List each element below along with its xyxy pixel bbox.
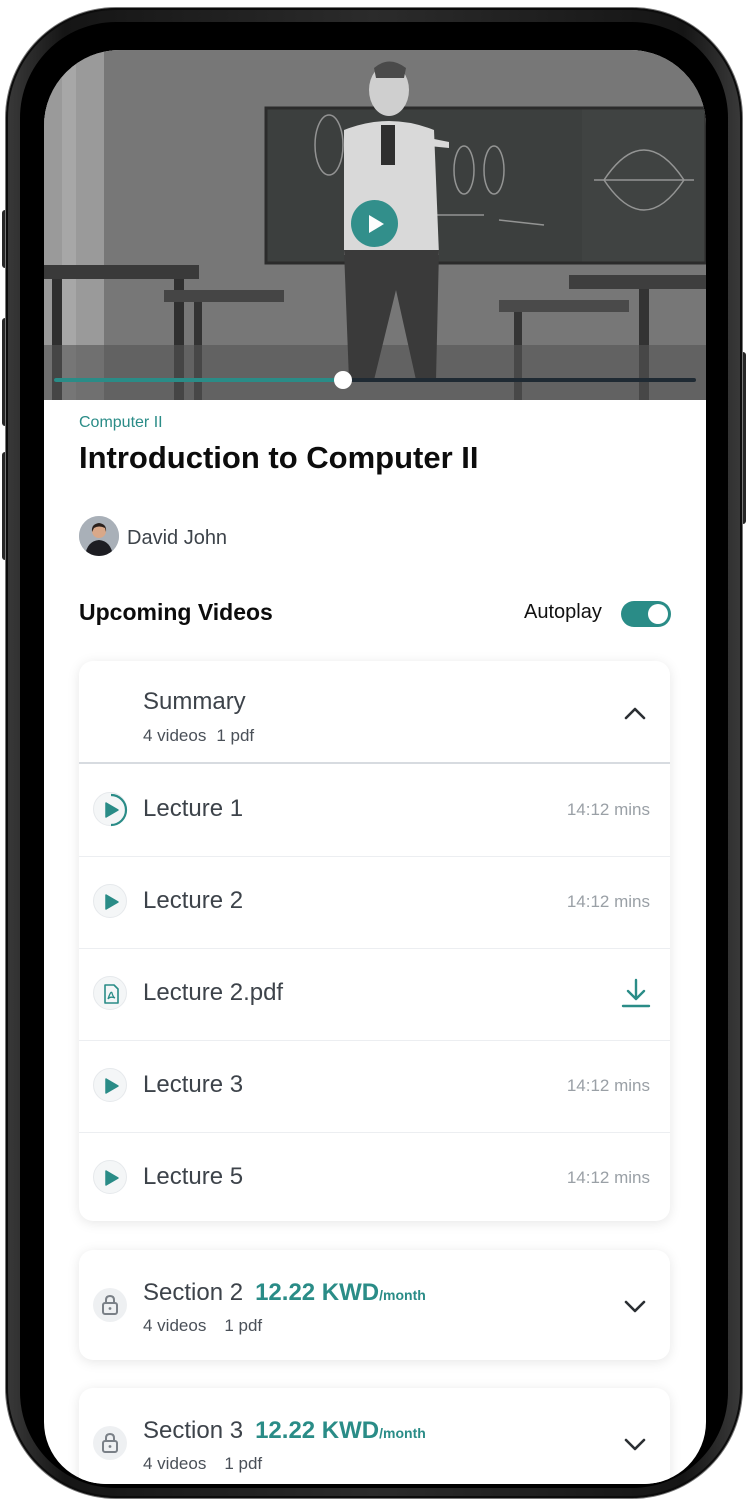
section-name: Section 3 xyxy=(143,1417,244,1444)
download-icon[interactable] xyxy=(620,976,652,1010)
play-icon xyxy=(93,1160,127,1194)
section-title: Section 2 12.22 KWD/month xyxy=(143,1279,426,1307)
upcoming-videos-heading: Upcoming Videos xyxy=(79,599,273,625)
pdf-count: 1 pdf xyxy=(216,726,255,745)
chevron-down-icon[interactable] xyxy=(622,1431,648,1457)
play-button[interactable] xyxy=(351,200,398,247)
lecture-row[interactable]: Lecture 5 14:12 mins xyxy=(79,1132,670,1221)
video-progress-bar[interactable] xyxy=(54,371,696,389)
section-meta: 4 videos 1 pdf xyxy=(143,1316,262,1336)
summary-section-card: Summary 4 videos 1 pdf Lecture 1 14:12 mi… xyxy=(79,661,670,1221)
lecture-row[interactable]: Lecture 1 14:12 mins xyxy=(79,764,670,857)
lecture-row[interactable]: Lecture 2 14:12 mins xyxy=(79,856,670,949)
section-meta: 4 videos 1 pdf xyxy=(143,1454,262,1474)
lecture-row[interactable]: Lecture 3 14:12 mins xyxy=(79,1040,670,1133)
play-icon xyxy=(93,884,127,918)
lecture-title: Lecture 5 xyxy=(143,1163,244,1190)
video-player[interactable] xyxy=(44,50,706,400)
chevron-down-icon[interactable] xyxy=(622,1293,648,1319)
lecture-title: Lecture 3 xyxy=(143,1071,244,1098)
app-screen: Computer II Introduction to Computer II … xyxy=(44,50,706,1484)
autoplay-toggle[interactable] xyxy=(621,601,671,627)
video-count: 4 videos xyxy=(143,1454,207,1473)
toggle-knob xyxy=(648,604,668,624)
course-category: Computer II xyxy=(79,414,163,431)
play-progress-icon xyxy=(93,792,128,827)
pdf-count: 1 pdf xyxy=(224,1454,263,1473)
pdf-icon xyxy=(93,976,127,1010)
lecture-title: Lecture 2 xyxy=(143,887,244,914)
course-title: Introduction to Computer II xyxy=(79,440,479,475)
section-title: Summary xyxy=(143,688,246,715)
lecture-title: Lecture 1 xyxy=(143,795,244,822)
section-meta: 4 videos 1 pdf xyxy=(143,726,254,746)
lock-icon xyxy=(93,1288,127,1322)
section-price: 12.22 KWD/month xyxy=(255,1279,426,1306)
section-price: 12.22 KWD/month xyxy=(255,1417,426,1444)
locked-section-card[interactable]: Section 3 12.22 KWD/month 4 videos 1 pdf xyxy=(79,1388,670,1484)
video-count: 4 videos xyxy=(143,726,207,745)
section-title: Section 3 12.22 KWD/month xyxy=(143,1417,426,1445)
pdf-title: Lecture 2.pdf xyxy=(143,979,284,1006)
author-avatar[interactable] xyxy=(79,516,119,556)
summary-section-header[interactable]: Summary 4 videos 1 pdf xyxy=(79,661,670,763)
section-name: Section 2 xyxy=(143,1279,244,1306)
lock-icon xyxy=(93,1426,127,1460)
autoplay-label: Autoplay xyxy=(524,601,602,623)
locked-section-card[interactable]: Section 2 12.22 KWD/month 4 videos 1 pdf xyxy=(79,1250,670,1360)
play-icon xyxy=(369,215,384,233)
video-scrubber-handle[interactable] xyxy=(333,371,352,389)
lecture-duration: 14:12 mins xyxy=(566,800,650,819)
chevron-up-icon[interactable] xyxy=(622,701,648,727)
author-photo xyxy=(79,516,119,556)
lecture-duration: 14:12 mins xyxy=(566,892,650,911)
author-name[interactable]: David John xyxy=(127,527,227,550)
video-progress-fill xyxy=(54,378,343,382)
lecture-duration: 14:12 mins xyxy=(566,1076,650,1095)
video-count: 4 videos xyxy=(143,1316,207,1335)
pdf-row[interactable]: Lecture 2.pdf xyxy=(79,948,670,1041)
lecture-duration: 14:12 mins xyxy=(566,1168,650,1187)
pdf-count: 1 pdf xyxy=(224,1316,263,1335)
play-icon xyxy=(93,1068,127,1102)
